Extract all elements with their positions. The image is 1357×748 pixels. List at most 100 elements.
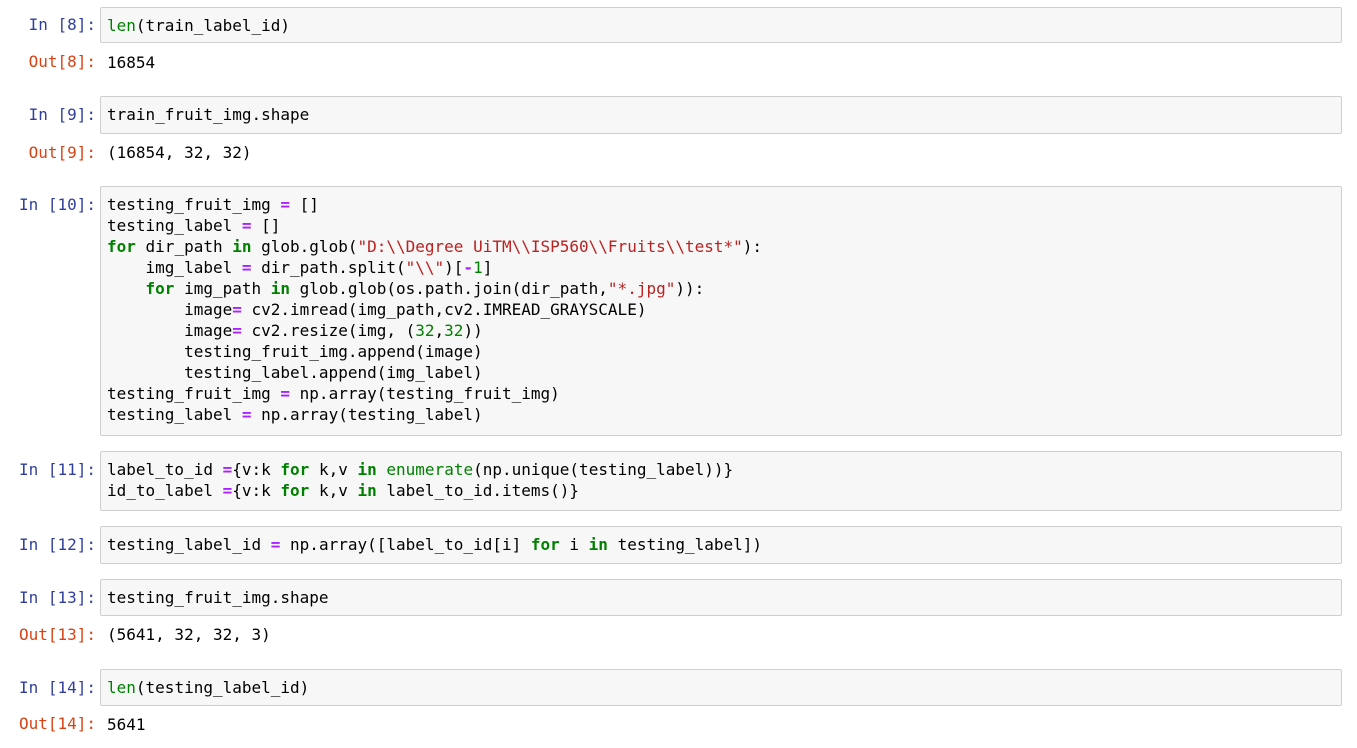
input-prompt: In [10]: <box>18 195 96 214</box>
code-token: np.array(testing_fruit_img) <box>290 384 560 403</box>
notebook: In [8]: len(train_label_id) Out[8]: 1685… <box>0 0 1357 748</box>
code-token: dir_path.split( <box>251 258 406 277</box>
cell-output: (5641, 32, 32, 3) <box>107 625 271 644</box>
keyword-token: for <box>530 535 560 554</box>
code-token: np.array(testing_label) <box>251 405 483 424</box>
code-token: testing_fruit_img <box>107 195 281 214</box>
code-token: image <box>107 300 233 319</box>
keyword-token: for <box>145 279 175 298</box>
code-input[interactable]: testing_label_id = np.array([label_to_id… <box>100 526 1342 564</box>
keyword-token: in <box>270 279 291 298</box>
operator-token: = <box>241 258 252 277</box>
cell-output: 5641 <box>107 715 146 734</box>
keyword-token: in <box>357 481 377 500</box>
cell-output: (16854, 32, 32) <box>107 143 252 162</box>
operator-token: = <box>222 460 233 479</box>
code-input[interactable]: testing_fruit_img = [] testing_label = []… <box>100 186 1342 436</box>
code-token: {v:k <box>232 460 281 479</box>
operator-token: = <box>241 405 252 424</box>
code-input[interactable]: train_fruit_img.shape <box>100 96 1342 134</box>
output-prompt: Out[9]: <box>28 143 96 162</box>
input-prompt: In [9]: <box>28 105 96 124</box>
code-token: ): <box>742 237 763 256</box>
code-input[interactable]: len(testing_label_id) <box>100 669 1342 706</box>
code-line: img_label = dir_path.split("\\")[-1] <box>107 257 1335 278</box>
code-token: cv2.resize(img, ( <box>241 321 416 340</box>
code-token: np.array([label_to_id[i] <box>280 535 531 554</box>
code-line: testing_label = np.array(testing_label) <box>107 404 1335 425</box>
string-token: "\\" <box>405 258 445 277</box>
code-line: image= cv2.imread(img_path,cv2.IMREAD_GR… <box>107 299 1335 320</box>
builtin-token: enumerate <box>386 460 474 479</box>
code-line: train_fruit_img.shape <box>107 104 1335 125</box>
code-token: )) <box>463 321 483 340</box>
code-line: testing_label_id = np.array([label_to_id… <box>107 534 1335 555</box>
operator-token: = <box>241 216 252 235</box>
code-token: ] <box>482 258 493 277</box>
number-token: 32 <box>415 321 435 340</box>
code-token: testing_fruit_img <box>107 384 281 403</box>
code-token: k,v <box>309 460 358 479</box>
code-input[interactable]: len(train_label_id) <box>100 7 1342 43</box>
keyword-token: in <box>588 535 608 554</box>
keyword-token: in <box>232 237 252 256</box>
code-line: for img_path in glob.glob(os.path.join(d… <box>107 278 1335 299</box>
builtin-token: len <box>107 678 136 697</box>
code-token: (train_label_id) <box>135 16 291 35</box>
code-token: testing_label]) <box>607 535 763 554</box>
string-token: "*.jpg" <box>607 279 676 298</box>
operator-token: = <box>270 535 281 554</box>
code-line: len(train_label_id) <box>107 15 1335 36</box>
code-input[interactable]: label_to_id ={v:k for k,v in enumerate(n… <box>100 451 1342 511</box>
code-token: (np.unique(testing_label))} <box>473 460 734 479</box>
code-token: label_to_id.items()} <box>376 481 580 500</box>
code-line: testing_fruit_img.append(image) <box>107 341 1335 362</box>
code-line: label_to_id ={v:k for k,v in enumerate(n… <box>107 459 1335 480</box>
code-token: glob.glob( <box>251 237 358 256</box>
code-token: testing_label <box>107 216 242 235</box>
builtin-token: len <box>107 16 136 35</box>
code-line: len(testing_label_id) <box>107 677 1335 698</box>
input-prompt: In [12]: <box>18 535 96 554</box>
number-token: 32 <box>444 321 464 340</box>
code-token: testing_fruit_img.shape <box>107 588 329 607</box>
code-line: for dir_path in glob.glob("D:\\Degree Ui… <box>107 236 1335 257</box>
code-token: i <box>559 535 589 554</box>
code-token: train_fruit_img.shape <box>107 105 310 124</box>
code-token: glob.glob(os.path.join(dir_path, <box>290 279 608 298</box>
code-line: testing_fruit_img = [] <box>107 194 1335 215</box>
code-line: testing_label = [] <box>107 215 1335 236</box>
keyword-token: for <box>280 481 310 500</box>
keyword-token: for <box>107 237 136 256</box>
cell-output: 16854 <box>107 53 156 72</box>
code-line: testing_fruit_img = np.array(testing_fru… <box>107 383 1335 404</box>
code-token: dir_path <box>135 237 233 256</box>
code-token: img_label <box>107 258 242 277</box>
code-token: {v:k <box>232 481 281 500</box>
code-token: )) <box>675 279 695 298</box>
code-line: image= cv2.resize(img, (32,32)) <box>107 320 1335 341</box>
code-token: testing_label.append(img_label) <box>107 363 483 382</box>
input-prompt: In [8]: <box>28 15 96 34</box>
output-prompt: Out[14]: <box>18 714 96 733</box>
code-token: , <box>434 321 445 340</box>
operator-token: = <box>280 384 291 403</box>
code-token: : <box>694 279 705 298</box>
operator-token: = <box>232 321 242 340</box>
code-token: testing_fruit_img.append(image) <box>107 342 483 361</box>
input-prompt: In [14]: <box>18 678 96 697</box>
operator-token: = <box>280 195 291 214</box>
code-token: id_to_label <box>107 481 223 500</box>
code-token: k,v <box>309 481 358 500</box>
code-token: (testing_label_id) <box>135 678 310 697</box>
code-input[interactable]: testing_fruit_img.shape <box>100 579 1342 616</box>
input-prompt: In [11]: <box>18 460 96 479</box>
code-token: label_to_id <box>107 460 223 479</box>
code-token: cv2.imread(img_path,cv2.IMREAD_GRAYSCALE… <box>241 300 647 319</box>
keyword-token: for <box>280 460 310 479</box>
code-line: id_to_label ={v:k for k,v in label_to_id… <box>107 480 1335 501</box>
code-token: img_path <box>174 279 271 298</box>
code-line: testing_fruit_img.shape <box>107 587 1335 608</box>
